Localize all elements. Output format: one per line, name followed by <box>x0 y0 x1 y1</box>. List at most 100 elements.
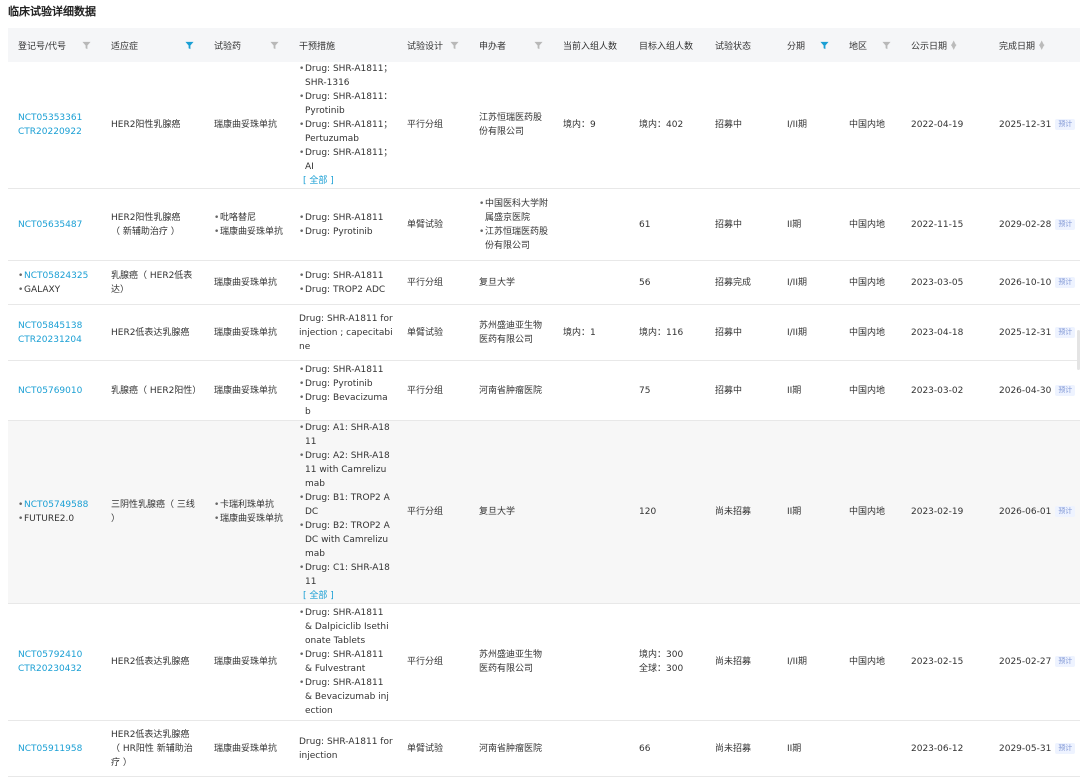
column-header-label: 干预措施 <box>299 41 336 52</box>
intervention-text: Drug: SHR-A1811 & Bevacizumab injection <box>299 676 393 718</box>
completion-date-text: 2025-02-27 <box>999 657 1052 667</box>
filter-icon[interactable] <box>882 41 891 50</box>
intervention-text: Drug: SHR-A1811 & Dalpiciclib Isethionat… <box>299 606 393 648</box>
target-enrollment-text: 全球：300 <box>639 664 684 674</box>
cell-design: 平行分组 <box>397 62 469 189</box>
cell-publish-date: 2023-02-19 <box>901 420 989 604</box>
trial-drug-text: 瑞康曲妥珠单抗 <box>214 120 278 130</box>
column-header-label: 分期 <box>787 41 806 52</box>
intervention-text-list: Drug: SHR-A1811Drug: Pyrotinib <box>299 211 393 239</box>
sort-icon[interactable]: ▲ ▼ <box>1039 40 1044 51</box>
column-header-left: 地区 <box>849 39 867 52</box>
filter-icon[interactable] <box>820 41 829 50</box>
column-header-label: 试验药 <box>214 41 242 52</box>
cell-region: 中国内地 <box>839 62 901 189</box>
filter-icon[interactable] <box>450 41 459 50</box>
trials-table: 登记号/代号 适应症 试验药 干预措施 试验设计 申办者 当前入组人数 目标入组人数 试验状态 分… <box>8 28 1080 777</box>
cell-status: 招募中 <box>705 188 777 261</box>
indication-text: HER2阳性乳腺癌 <box>111 120 181 130</box>
registration-id-link[interactable]: NCT05769010 <box>18 384 97 398</box>
page-title: 临床试验详细数据 <box>8 5 96 18</box>
cell-intervention: Drug: SHR-A1811 for injection ; capecita… <box>289 304 397 361</box>
sponsor-text: 复旦大学 <box>479 277 516 288</box>
registration-id-link[interactable]: NCT05792410 <box>18 648 97 662</box>
column-header-13[interactable]: 完成日期 ▲ ▼ <box>989 28 1080 62</box>
column-header-5[interactable]: 试验设计 <box>397 28 469 62</box>
column-header-inner: 登记号/代号 <box>18 39 97 52</box>
column-header-6[interactable]: 申办者 <box>469 28 553 62</box>
trial-drug-text: 瑞康曲妥珠单抗 <box>214 277 278 288</box>
registration-id-link[interactable]: NCT05845138 <box>18 319 97 333</box>
cell-sponsor: 复旦大学 <box>469 420 553 604</box>
column-header-11[interactable]: 地区 <box>839 28 901 62</box>
completion-date-text: 2025-12-31 <box>999 327 1052 338</box>
registration-id-link[interactable]: CTR20230432 <box>18 662 97 676</box>
indication-text-list: 乳腺癌（ HER2低表达） <box>111 269 200 297</box>
estimated-tag: 预计 <box>1055 119 1076 130</box>
cell-status: 招募完成 <box>705 260 777 305</box>
intervention-text: Drug: C1: SHR-A1811 <box>299 561 393 589</box>
table-row: NCT05792410CTR20230432 HER2低表达乳腺癌 瑞康曲妥珠单抗 D… <box>8 603 1080 721</box>
registration-id-link[interactable]: NCT05749588 <box>18 498 97 512</box>
cell-indication: 乳腺癌（ HER2低表达） <box>101 260 204 305</box>
registration-id-link[interactable]: CTR20220922 <box>18 125 97 139</box>
cell-target-enrollment: 61 <box>629 188 705 261</box>
sponsor-text-list: 复旦大学 <box>479 276 549 290</box>
column-header-inner: 申办者 <box>479 39 549 52</box>
cell-indication: 乳腺癌（ HER2阳性） <box>101 360 204 421</box>
column-header-12[interactable]: 公示日期 ▲ ▼ <box>901 28 989 62</box>
cell-trial-drug: 瑞康曲妥珠单抗 <box>204 62 289 189</box>
column-header-inner: 试验药 <box>214 39 285 52</box>
column-header-8: 目标入组人数 <box>629 28 705 62</box>
completion-date-text: 2026-10-10 <box>999 277 1052 288</box>
column-header-inner: 完成日期 ▲ ▼ <box>999 39 1080 52</box>
sponsor-text-list: 苏州盛迪亚生物医药有限公司 <box>479 648 549 676</box>
column-header-label: 登记号/代号 <box>18 41 67 52</box>
registration-id-list: NCT05824325GALAXY <box>18 269 97 297</box>
trial-drug-text: 瑞康曲妥珠单抗 <box>214 225 285 239</box>
cell-completion-date: 2026-06-01 预计 <box>989 420 1080 604</box>
indication-text-list: HER2阳性乳腺癌 <box>111 118 200 132</box>
registration-id-link[interactable]: NCT05635487 <box>18 218 97 232</box>
cell-phase: II期 <box>777 420 839 604</box>
column-header-2[interactable]: 适应症 <box>101 28 204 62</box>
column-header-inner: 干预措施 <box>299 39 393 52</box>
column-header-3[interactable]: 试验药 <box>204 28 289 62</box>
cell-intervention: Drug: SHR-A1811Drug: Pyrotinib <box>289 188 397 261</box>
filter-icon[interactable] <box>82 41 91 50</box>
filter-icon[interactable] <box>534 41 543 50</box>
intervention-text: Drug: SHR-A1811 <box>299 363 393 377</box>
table-row: NCT05769010 乳腺癌（ HER2阳性） 瑞康曲妥珠单抗 Drug: SHR-… <box>8 360 1080 421</box>
cell-region: 中国内地 <box>839 360 901 421</box>
registration-id-link[interactable]: NCT05824325 <box>18 269 97 283</box>
expand-all-link[interactable]: [ 全部 ] <box>299 589 334 603</box>
filter-icon[interactable] <box>270 41 279 50</box>
column-header-1[interactable]: 登记号/代号 <box>8 28 101 62</box>
indication-text: 乳腺癌（ HER2低表达） <box>111 270 193 295</box>
completion-date-text: 2029-02-28 <box>999 219 1052 230</box>
indication-text: 三阴性乳腺癌（ 三线 ） <box>111 500 195 524</box>
trial-drug-text-list: 瑞康曲妥珠单抗 <box>214 118 285 132</box>
cell-sponsor: 苏州盛迪亚生物医药有限公司 <box>469 304 553 361</box>
intervention-text: Drug: SHR-A1811 <box>299 269 393 283</box>
cell-intervention: Drug: SHR-A1811Drug: TROP2 ADC <box>289 260 397 305</box>
column-header-inner: 适应症 <box>111 39 200 52</box>
registration-id-link[interactable]: NCT05353361 <box>18 111 97 125</box>
column-header-10[interactable]: 分期 <box>777 28 839 62</box>
trial-code-label: GALAXY <box>18 283 97 297</box>
filter-icon[interactable] <box>185 41 194 50</box>
sort-icon[interactable]: ▲ ▼ <box>951 40 956 51</box>
estimated-tag: 预计 <box>1055 384 1076 396</box>
cell-phase: I/II期 <box>777 260 839 305</box>
registration-id-link[interactable]: NCT05911958 <box>18 742 97 756</box>
intervention-text-list: Drug: SHR-A1811 for injection <box>299 735 393 763</box>
intervention-text: Drug: Pyrotinib <box>299 377 393 391</box>
expand-all-link[interactable]: [ 全部 ] <box>299 174 334 188</box>
trial-drug-text: 瑞康曲妥珠单抗 <box>214 657 278 667</box>
column-header-left: 公示日期 ▲ ▼ <box>911 39 956 52</box>
sponsor-text-list: 河南省肿瘤医院 <box>479 384 549 398</box>
intervention-text: Drug: SHR-A1811；SHR-1316 <box>299 62 393 90</box>
sponsor-text: 江苏恒瑞医药股份有限公司 <box>479 113 543 137</box>
cell-current-enrollment <box>553 360 629 421</box>
registration-id-link[interactable]: CTR20231204 <box>18 333 97 347</box>
